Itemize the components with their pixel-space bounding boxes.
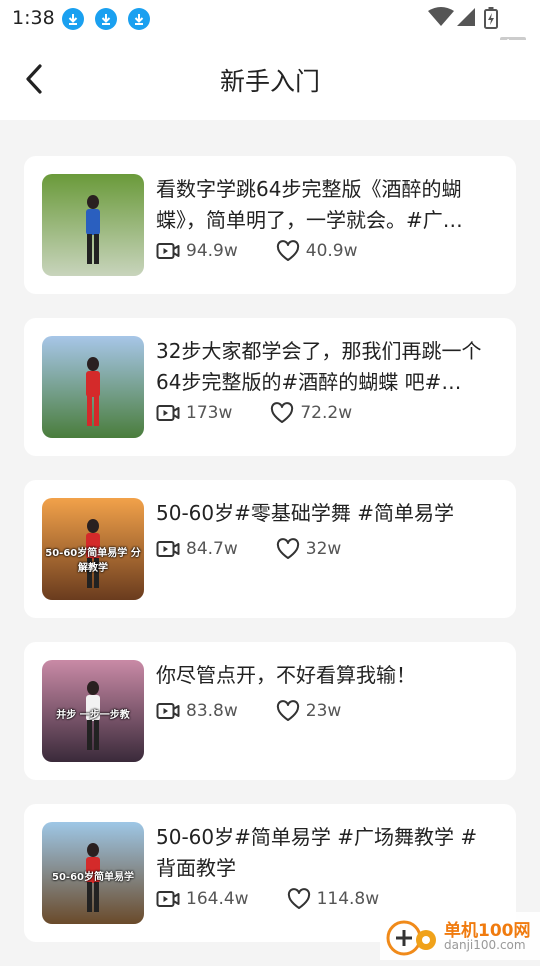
- watermark-logo-icon: [386, 920, 436, 956]
- page-title: 新手入门: [219, 67, 320, 96]
- status-time: 1:38: [12, 7, 55, 29]
- video-title[interactable]: 50-60岁#简单易学 #广场舞教学 #背面教学: [156, 822, 496, 884]
- video-play-icon: [156, 541, 180, 557]
- thumbnail-caption: 50-60岁简单易学: [52, 872, 134, 883]
- wifi-icon: [428, 7, 454, 26]
- view-count-value: 164.4w: [186, 889, 249, 909]
- video-thumbnail[interactable]: 50-60岁简单易学 分解教学: [42, 498, 144, 600]
- view-count: 173w: [156, 403, 232, 423]
- like-count[interactable]: 23w: [276, 700, 342, 722]
- view-count: 94.9w: [156, 241, 238, 261]
- video-play-icon: [156, 405, 180, 421]
- status-bar: 1:38 4ns: [0, 0, 540, 50]
- video-play-icon: [156, 891, 180, 907]
- video-meta: 83.8w 23w: [156, 700, 341, 722]
- like-count-value: 32w: [305, 539, 342, 559]
- video-title[interactable]: 32步大家都学会了，那我们再跳一个64步完整版的#酒醉的蝴蝶 吧#…: [156, 336, 496, 398]
- view-count: 84.7w: [156, 539, 238, 559]
- heart-icon: [271, 402, 294, 423]
- heart-icon: [287, 888, 310, 909]
- thumbnail-caption: 50-60岁简单易学 分解教学: [45, 548, 141, 574]
- video-meta: 173w 72.2w: [156, 402, 352, 424]
- video-play-icon: [156, 703, 180, 719]
- view-count: 164.4w: [156, 889, 249, 909]
- video-thumbnail[interactable]: [42, 336, 144, 438]
- download-icon: [95, 8, 117, 30]
- video-meta: 94.9w 40.9w: [156, 240, 358, 262]
- video-card[interactable]: 32步大家都学会了，那我们再跳一个64步完整版的#酒醉的蝴蝶 吧#… 173w …: [24, 318, 516, 456]
- like-count-value: 23w: [305, 701, 342, 721]
- video-thumbnail[interactable]: 50-60岁简单易学: [42, 822, 144, 924]
- download-icon: [62, 8, 84, 30]
- like-count[interactable]: 114.8w: [287, 888, 380, 910]
- heart-icon: [276, 700, 299, 721]
- video-list: 看数字学跳64步完整版《酒醉的蝴蝶》，简单明了，一学就会。#广… 94.9w 4…: [24, 156, 516, 966]
- video-play-icon: [156, 243, 180, 259]
- like-count-value: 72.2w: [300, 403, 353, 423]
- video-card[interactable]: 50-60岁简单易学 分解教学 50-60岁#零基础学舞 #简单易学 84.7w…: [24, 480, 516, 618]
- view-count: 83.8w: [156, 701, 238, 721]
- download-icon: [128, 8, 150, 30]
- site-watermark: 单机100网 danji100.com: [380, 912, 540, 960]
- battery-icon: [484, 7, 498, 29]
- like-count[interactable]: 40.9w: [276, 240, 358, 262]
- like-count[interactable]: 72.2w: [270, 402, 352, 424]
- video-title[interactable]: 看数字学跳64步完整版《酒醉的蝴蝶》，简单明了，一学就会。#广…: [156, 174, 496, 236]
- video-thumbnail[interactable]: [42, 174, 144, 276]
- like-count-value: 40.9w: [305, 241, 358, 261]
- video-card[interactable]: 看数字学跳64步完整版《酒醉的蝴蝶》，简单明了，一学就会。#广… 94.9w 4…: [24, 156, 516, 294]
- view-count-value: 83.8w: [186, 701, 238, 721]
- like-count-value: 114.8w: [316, 889, 380, 909]
- video-card[interactable]: 并步 一步一步教 你尽管点开，不好看算我输！ 83.8w 23w: [24, 642, 516, 780]
- page-header: 新手入门: [0, 40, 540, 120]
- view-count-value: 84.7w: [186, 539, 238, 559]
- thumbnail-caption: 并步 一步一步教: [56, 710, 130, 721]
- heart-icon: [276, 240, 299, 261]
- watermark-url: danji100.com: [444, 938, 526, 952]
- view-count-value: 173w: [186, 403, 233, 423]
- heart-icon: [276, 538, 299, 559]
- like-count[interactable]: 32w: [276, 538, 342, 560]
- view-count-value: 94.9w: [186, 241, 238, 261]
- video-thumbnail[interactable]: 并步 一步一步教: [42, 660, 144, 762]
- video-meta: 84.7w 32w: [156, 538, 341, 560]
- signal-icon: [457, 8, 475, 26]
- video-meta: 164.4w 114.8w: [156, 888, 379, 910]
